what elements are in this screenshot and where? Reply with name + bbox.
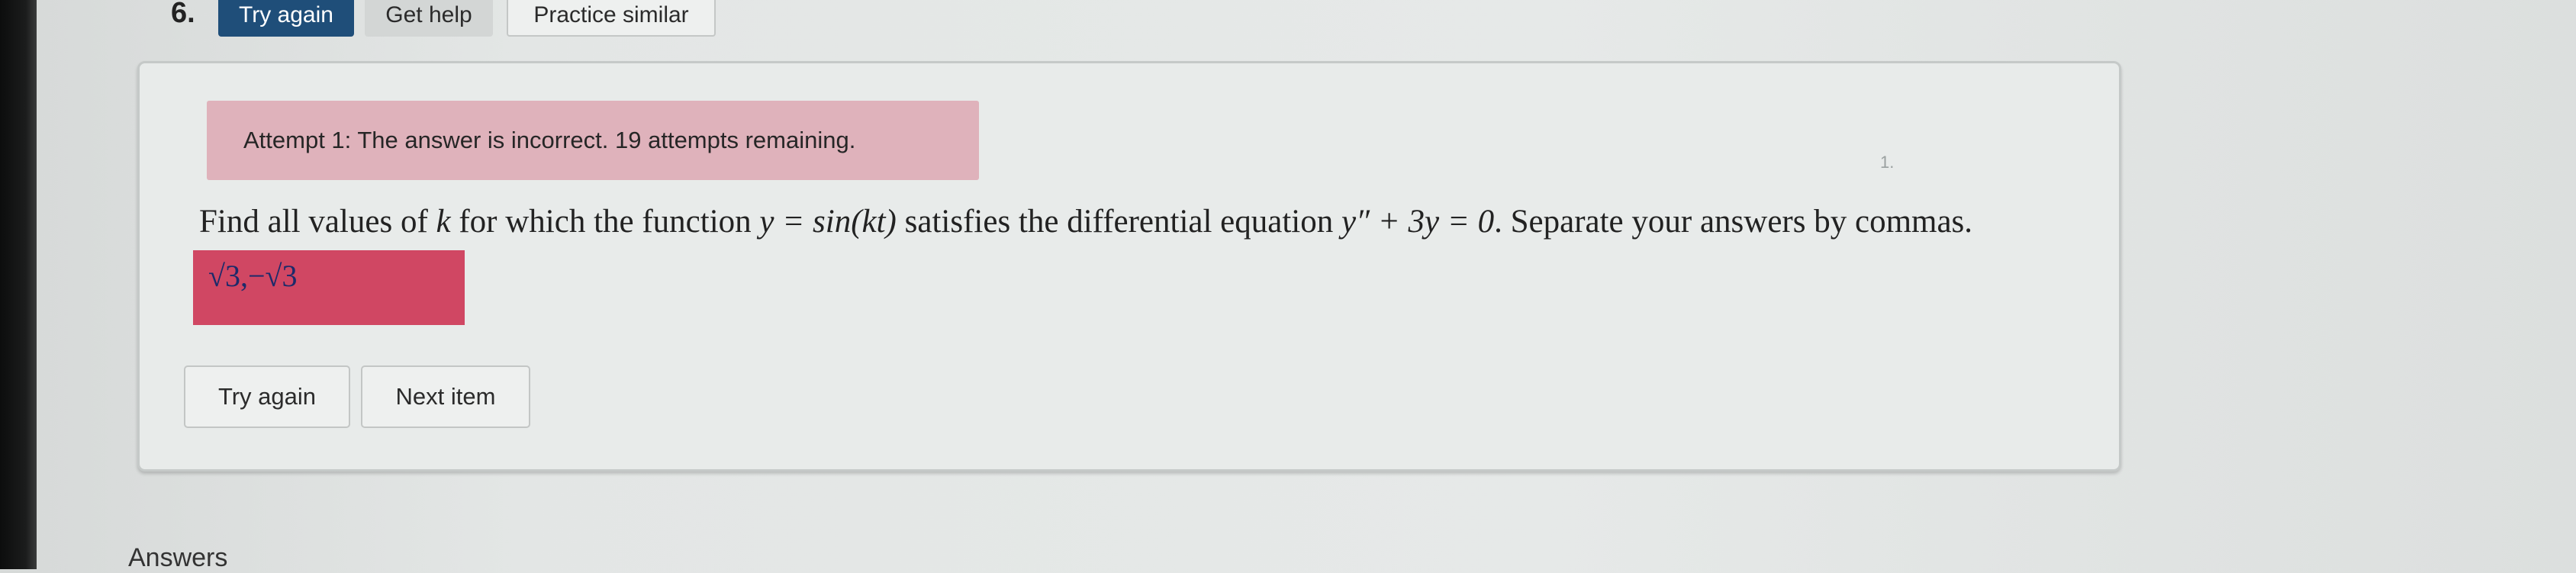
answer-input-field[interactable]: √3,−√3 <box>193 250 465 325</box>
question-card: Attempt 1: The answer is incorrect. 19 a… <box>137 61 2121 472</box>
differential-equation: y″ + 3y = 0 <box>1341 204 1495 240</box>
practice-similar-button[interactable]: Practice similar <box>507 0 716 37</box>
attempt-feedback-banner: Attempt 1: The answer is incorrect. 19 a… <box>207 101 979 180</box>
prompt-text-2: for which the function <box>450 204 760 240</box>
variable-k: k <box>436 204 451 240</box>
try-again-button-top[interactable]: Try again <box>218 0 354 37</box>
answers-heading: Answers <box>128 543 228 572</box>
attempt-message: Attempt 1: The answer is incorrect. 19 a… <box>243 127 856 153</box>
get-help-button[interactable]: Get help <box>365 0 493 37</box>
function-expression: y = sin(kt) <box>759 204 897 240</box>
question-prompt: Find all values of k for which the funct… <box>199 203 2114 240</box>
left-bezel <box>0 0 37 569</box>
prompt-text-4: . Separate your answers by commas. <box>1494 204 1973 240</box>
question-number: 6. <box>171 0 195 29</box>
prompt-text-3: satisfies the differential equation <box>896 204 1341 240</box>
try-again-button[interactable]: Try again <box>184 365 350 428</box>
corner-mark: 1. <box>1880 153 1895 172</box>
next-item-button[interactable]: Next item <box>361 365 530 428</box>
answer-value: √3,−√3 <box>208 259 298 293</box>
prompt-text-1: Find all values of <box>199 204 436 240</box>
